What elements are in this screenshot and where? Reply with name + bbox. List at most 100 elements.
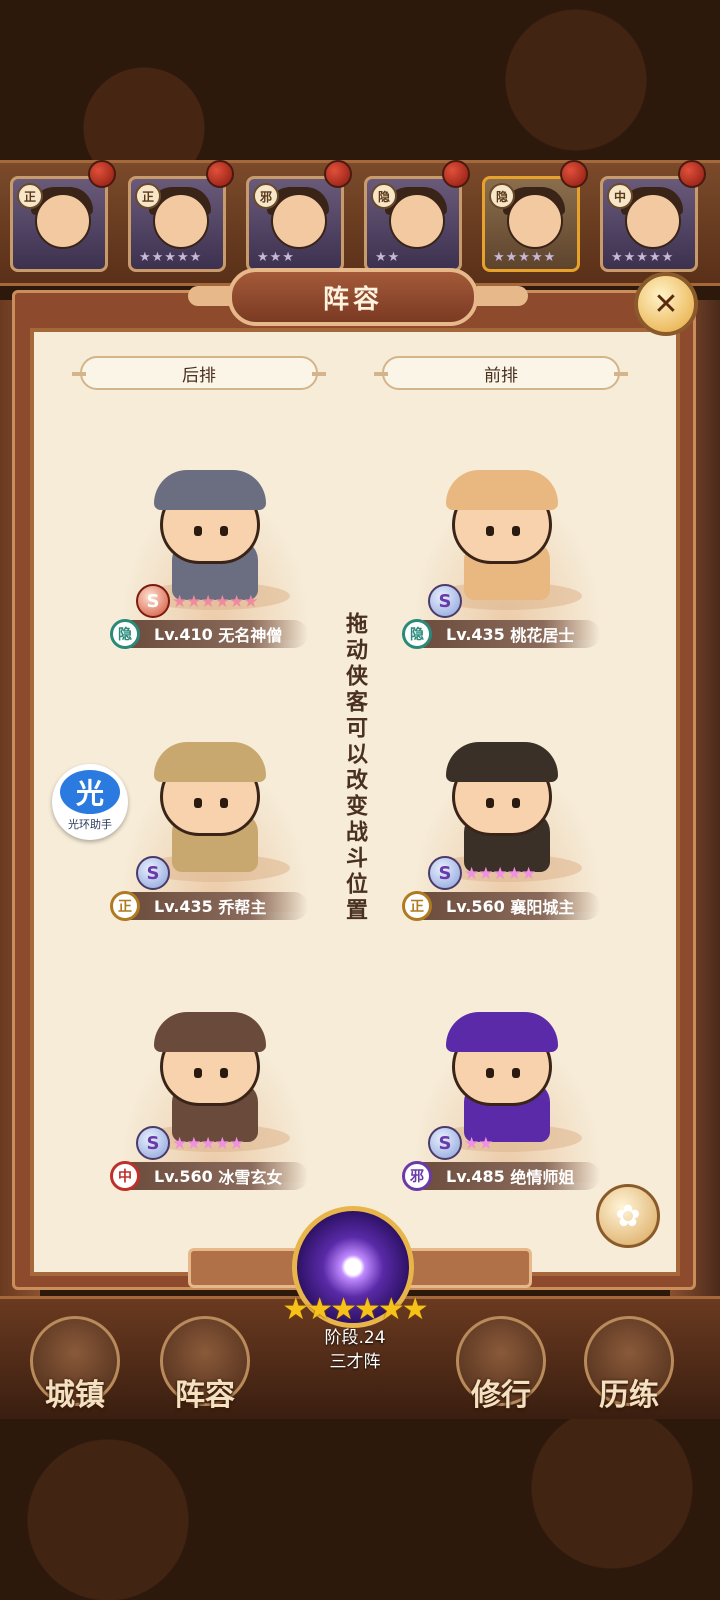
hero-portrait xyxy=(271,193,327,249)
nav-experience-label: 历练 xyxy=(599,1378,659,1413)
hero-hat xyxy=(446,470,558,510)
hero-eye xyxy=(486,1068,494,1078)
hero-name: 乔帮主 xyxy=(218,898,267,917)
hero-level-bar: Lv.435 乔帮主 xyxy=(118,892,308,920)
hero-hat xyxy=(446,742,558,782)
hero-level: Lv.485 xyxy=(446,1166,505,1186)
hero-eye xyxy=(194,798,202,808)
star-rating: ★★★★★ xyxy=(611,250,675,265)
hero-eye xyxy=(220,798,228,808)
hero-eye xyxy=(512,526,520,536)
hero-eye xyxy=(512,798,520,808)
roster-hero-card[interactable]: 隐 ★★★★★ xyxy=(482,176,580,272)
star-rating: ★★ xyxy=(375,250,401,265)
faction-badge: 中 xyxy=(110,1161,140,1191)
faction-badge: 中 xyxy=(607,183,633,209)
roster-hero-card[interactable]: 中 ★★★★★ xyxy=(600,176,698,272)
close-icon: ✕ xyxy=(653,286,679,322)
faction-badge: 邪 xyxy=(402,1161,432,1191)
notification-dot xyxy=(442,160,470,188)
roster-hero-card[interactable]: 隐 ★★ xyxy=(364,176,462,272)
grade-symbol-icon: S xyxy=(428,1126,462,1160)
hero-portrait xyxy=(625,193,681,249)
hero-level-bar: Lv.435 桃花居士 xyxy=(410,620,600,648)
hero-portrait xyxy=(389,193,445,249)
notification-dot xyxy=(88,160,116,188)
hero-eye xyxy=(194,526,202,536)
faction-badge: 隐 xyxy=(110,619,140,649)
grade-symbol-icon: S xyxy=(136,856,170,890)
drag-hint-text: 拖动侠客可以改变战斗位置 xyxy=(342,612,367,924)
hero-eye xyxy=(194,1068,202,1078)
hero-hat xyxy=(154,1012,266,1052)
hero-eye xyxy=(512,1068,520,1078)
notification-dot xyxy=(206,160,234,188)
halo-helper-label: 光环助手 xyxy=(68,818,112,831)
hero-level: Lv.560 xyxy=(446,896,505,916)
hero-level: Lv.435 xyxy=(154,896,213,916)
faction-badge: 隐 xyxy=(489,183,515,209)
notification-dot xyxy=(560,160,588,188)
hero-eye xyxy=(486,526,494,536)
hero-name: 冰雪玄女 xyxy=(218,1168,283,1187)
faction-badge: 正 xyxy=(110,891,140,921)
hero-slot[interactable]: S Lv.435 桃花居士隐 xyxy=(402,470,612,670)
faction-badge: 正 xyxy=(135,183,161,209)
stage-stars: ★★★★★★ xyxy=(282,1292,428,1327)
star-rating: ★★★★★ xyxy=(464,864,536,884)
roster-hero-card[interactable]: 邪 ★★★ xyxy=(246,176,344,272)
hero-portrait xyxy=(507,193,563,249)
halo-helper-button[interactable]: 光 光环助手 xyxy=(52,764,128,840)
front-row-label: 前排 xyxy=(374,356,628,390)
hero-name: 无名神僧 xyxy=(218,626,283,645)
hero-hat xyxy=(154,742,266,782)
hero-level-bar: Lv.410 无名神僧 xyxy=(118,620,308,648)
hero-slot[interactable]: S ★★★★★ Lv.560 冰雪玄女中 xyxy=(110,1012,320,1212)
star-rating: ★★★★★ xyxy=(139,250,203,265)
roster-hero-card[interactable]: 正 ★★★★★ xyxy=(128,176,226,272)
hero-eye xyxy=(220,526,228,536)
hero-portrait xyxy=(153,193,209,249)
grade-symbol-icon: S xyxy=(428,856,462,890)
roster-hero-card[interactable]: 正 xyxy=(10,176,108,272)
hero-level: Lv.435 xyxy=(446,624,505,644)
hero-level-bar: Lv.560 冰雪玄女 xyxy=(118,1162,308,1190)
nav-lineup-label: 阵容 xyxy=(175,1378,235,1413)
hero-slot[interactable]: S ★★ Lv.485 绝情师姐邪 xyxy=(402,1012,612,1212)
faction-badge: 邪 xyxy=(253,183,279,209)
star-rating: ★★★★★★ xyxy=(172,592,258,612)
notification-dot xyxy=(324,160,352,188)
hero-name: 襄阳城主 xyxy=(510,898,575,917)
hero-slot[interactable]: S ★★★★★ Lv.560 襄阳城主正 xyxy=(402,742,612,942)
star-rating: ★★ xyxy=(464,1134,494,1154)
hero-level: Lv.410 xyxy=(154,624,213,644)
panel-title: 阵容 xyxy=(228,268,478,326)
hero-eye xyxy=(486,798,494,808)
faction-badge: 正 xyxy=(17,183,43,209)
close-button[interactable]: ✕ xyxy=(634,272,698,336)
grade-symbol-icon: S xyxy=(136,1126,170,1160)
hero-level-bar: Lv.485 绝情师姐 xyxy=(410,1162,600,1190)
hero-portrait xyxy=(35,193,91,249)
faction-badge: 隐 xyxy=(402,619,432,649)
hero-slot[interactable]: S Lv.435 乔帮主正 xyxy=(110,742,320,942)
hero-name: 绝情师姐 xyxy=(510,1168,575,1187)
star-rating: ★★★★★ xyxy=(172,1134,244,1154)
hero-slot[interactable]: S ★★★★★★ Lv.410 无名神僧隐 xyxy=(110,470,320,670)
halo-helper-icon: 光 xyxy=(60,770,120,814)
hero-level: Lv.560 xyxy=(154,1166,213,1186)
grade-symbol-icon: S xyxy=(428,584,462,618)
nav-training-label: 修行 xyxy=(471,1378,531,1413)
faction-badge: 正 xyxy=(402,891,432,921)
nav-town-label: 城镇 xyxy=(45,1378,105,1413)
stage-info: 阶段.24 三才阵 xyxy=(270,1326,440,1374)
hero-hat xyxy=(154,470,266,510)
hero-name: 桃花居士 xyxy=(510,626,575,645)
hero-level-bar: Lv.560 襄阳城主 xyxy=(410,892,600,920)
flower-menu-button[interactable]: ✿ xyxy=(596,1184,660,1248)
star-rating: ★★★★★ xyxy=(493,250,557,265)
back-row-label: 后排 xyxy=(72,356,326,390)
notification-dot xyxy=(678,160,706,188)
grade-symbol-icon: S xyxy=(136,584,170,618)
formation-name: 三才阵 xyxy=(329,1352,381,1372)
